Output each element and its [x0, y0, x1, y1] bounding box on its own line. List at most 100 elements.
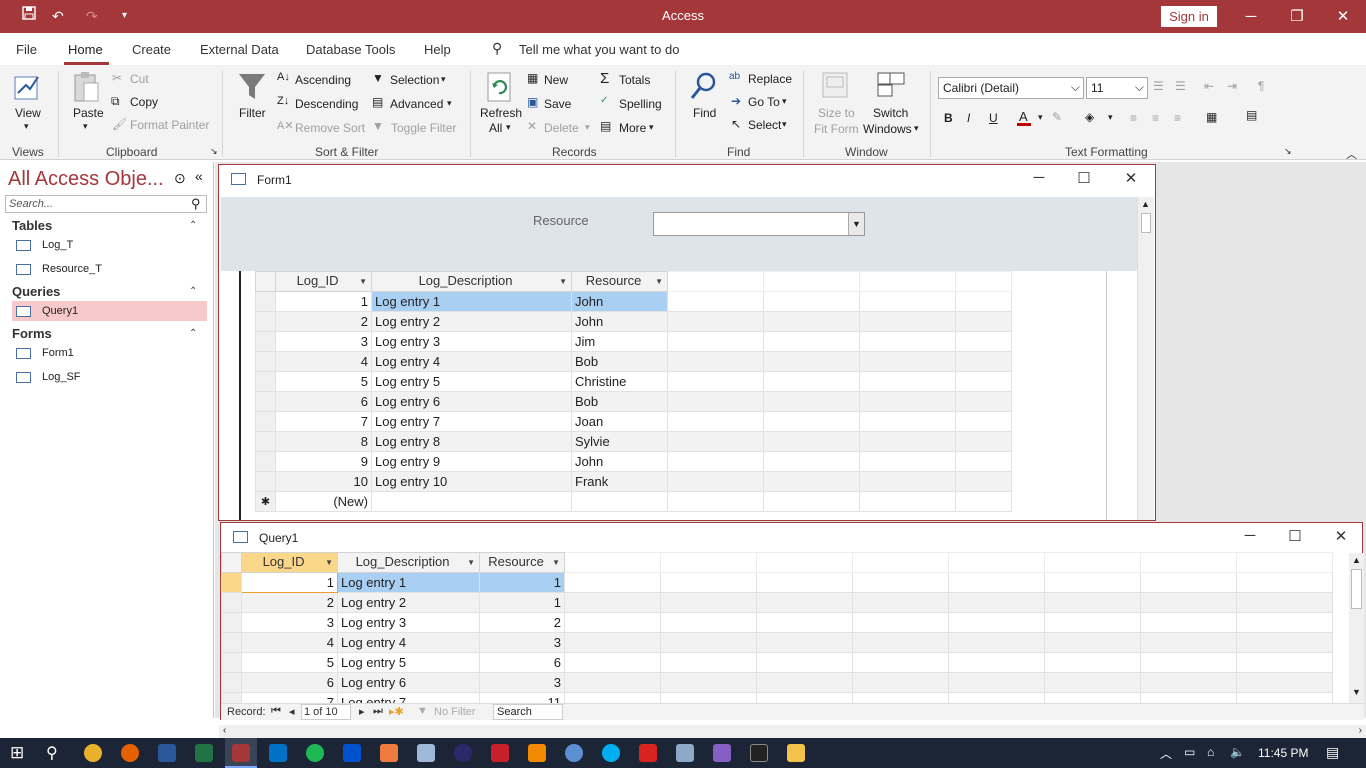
vlc-icon[interactable]	[528, 744, 546, 762]
nav-section-tables[interactable]: Tables	[12, 218, 52, 233]
nav-item-form1[interactable]: Form1	[12, 343, 207, 363]
cell-log-id[interactable]: 6	[241, 672, 338, 693]
view-icon[interactable]	[12, 71, 46, 103]
table-row[interactable]: 6 Log entry 63	[221, 672, 1333, 693]
tab-file[interactable]: File	[16, 42, 37, 57]
totals-button[interactable]: Totals	[619, 73, 650, 87]
scroll-up-icon[interactable]: ▲	[1352, 555, 1361, 565]
restore-icon[interactable]: ❐	[1274, 6, 1320, 28]
row-selector[interactable]	[255, 391, 276, 412]
cell-log-id[interactable]: 3	[241, 612, 338, 633]
app-icon[interactable]	[380, 744, 398, 762]
descending-button[interactable]: Descending	[295, 97, 358, 111]
alternate-row-color-icon[interactable]: ▤	[1246, 108, 1257, 122]
filter-button[interactable]: Filter	[239, 106, 266, 120]
row-selector[interactable]	[221, 612, 242, 633]
row-selector[interactable]	[221, 632, 242, 653]
tab-external-data[interactable]: External Data	[200, 42, 279, 57]
table-row[interactable]: 7 Log entry 7 11	[221, 692, 1333, 703]
column-filter-icon[interactable]: ▼	[655, 273, 663, 291]
last-record-icon[interactable]: ⏭	[373, 705, 383, 718]
cell-log-id[interactable]: 1	[275, 291, 372, 312]
app-icon[interactable]	[343, 744, 361, 762]
table-row[interactable]: 6 Log entry 6 Bob	[255, 391, 1012, 412]
save-record-button[interactable]: Save	[544, 97, 571, 111]
new-record-button[interactable]: New	[544, 73, 568, 87]
cell-log-id[interactable]: 2	[275, 311, 372, 332]
clock[interactable]: 11:45 PM	[1258, 746, 1308, 760]
cell-log-id[interactable]: 8	[275, 431, 372, 452]
cell-log-id[interactable]: 5	[275, 371, 372, 392]
cell-new[interactable]: (New)	[275, 491, 372, 512]
chevron-down-icon[interactable]: ⌵	[1135, 80, 1144, 95]
nav-item-log-sf[interactable]: Log_SF	[12, 367, 207, 387]
row-selector[interactable]	[255, 431, 276, 452]
advanced-button[interactable]: Advanced	[390, 97, 443, 111]
spelling-button[interactable]: Spelling	[619, 97, 662, 111]
format-painter-button[interactable]: Format Painter	[130, 118, 209, 132]
cell-resource[interactable]: 2	[479, 612, 565, 633]
refresh-dropdown-icon[interactable]: ▾	[506, 122, 511, 133]
italic-button[interactable]: I	[967, 111, 970, 125]
access-icon[interactable]	[232, 744, 250, 762]
row-selector[interactable]	[255, 331, 276, 352]
form-scrollbar[interactable]: ▲	[1137, 197, 1154, 520]
selection-dropdown-icon[interactable]: ▾	[441, 74, 446, 85]
refresh-all-label[interactable]: All	[489, 121, 502, 135]
row-selector[interactable]	[255, 291, 276, 312]
cell-log-description[interactable]: Log entry 2	[371, 311, 572, 332]
table-row[interactable]: 4 Log entry 4 Bob	[255, 351, 1012, 372]
cell-log-id[interactable]: 6	[275, 391, 372, 412]
bold-button[interactable]: B	[944, 111, 953, 125]
cell-empty[interactable]	[571, 491, 668, 512]
record-position-input[interactable]: 1 of 10	[301, 704, 351, 720]
cell-log-id[interactable]: 5	[241, 652, 338, 673]
table-row[interactable]: 10 Log entry 10 Frank	[255, 471, 1012, 492]
cell-log-description[interactable]: Log entry 9	[371, 451, 572, 472]
cell-resource[interactable]: John	[571, 291, 668, 312]
remove-sort-button[interactable]: Remove Sort	[295, 121, 365, 135]
collapse-section-icon[interactable]: ⌃	[189, 286, 197, 297]
paste-dropdown-icon[interactable]: ▾	[83, 121, 88, 132]
scroll-right-icon[interactable]: ›	[1359, 725, 1362, 736]
chevron-down-icon[interactable]: ▼	[848, 213, 864, 235]
cell-resource[interactable]: John	[571, 451, 668, 472]
windows-label[interactable]: Windows	[863, 122, 912, 136]
view-button[interactable]: View	[15, 106, 41, 120]
cell-resource[interactable]: 1	[479, 572, 565, 593]
refresh-icon[interactable]	[485, 71, 515, 103]
ascending-button[interactable]: Ascending	[295, 73, 351, 87]
cell-empty[interactable]	[371, 491, 572, 512]
switch-windows-icon[interactable]	[876, 71, 906, 99]
replace-button[interactable]: Replace	[748, 72, 792, 86]
app-icon[interactable]	[454, 744, 472, 762]
close-icon[interactable]: ✕	[1116, 169, 1146, 187]
search-icon[interactable]: ⚲	[191, 196, 201, 212]
clipboard-launcher-icon[interactable]: ↘	[210, 146, 218, 157]
cell-log-description[interactable]: Log entry 5	[337, 652, 480, 673]
network-icon[interactable]: ⌂	[1207, 745, 1214, 759]
cell-resource[interactable]: 6	[479, 652, 565, 673]
tab-home[interactable]: Home	[68, 42, 103, 57]
minimize-icon[interactable]: ─	[1235, 527, 1265, 544]
column-header-log-description[interactable]: Log_Description ▼	[371, 271, 572, 292]
paste-button[interactable]: Paste	[73, 106, 104, 120]
cell-log-description[interactable]: Log entry 4	[337, 632, 480, 653]
scroll-thumb[interactable]	[1141, 213, 1151, 233]
nav-item-log-t[interactable]: Log_T	[12, 235, 207, 255]
column-header-resource[interactable]: Resource ▼	[479, 552, 565, 573]
cell-log-id[interactable]: 7	[275, 411, 372, 432]
cell-log-description[interactable]: Log entry 6	[371, 391, 572, 412]
goto-button[interactable]: Go To	[748, 95, 780, 109]
minimize-icon[interactable]: ─	[1228, 6, 1274, 28]
cell-resource[interactable]: Joan	[571, 411, 668, 432]
select-button[interactable]: Select	[748, 118, 781, 132]
collapse-section-icon[interactable]: ⌃	[189, 328, 197, 339]
collapse-ribbon-icon[interactable]: ︿	[1346, 146, 1357, 162]
firefox-icon[interactable]	[121, 744, 139, 762]
windows-start-icon[interactable]: ⊞	[10, 743, 24, 763]
cell-log-id[interactable]: 2	[241, 592, 338, 613]
collapse-section-icon[interactable]: ⌃	[189, 220, 197, 231]
gridlines-icon[interactable]: ▦	[1206, 110, 1217, 124]
copy-button[interactable]: Copy	[130, 95, 158, 109]
